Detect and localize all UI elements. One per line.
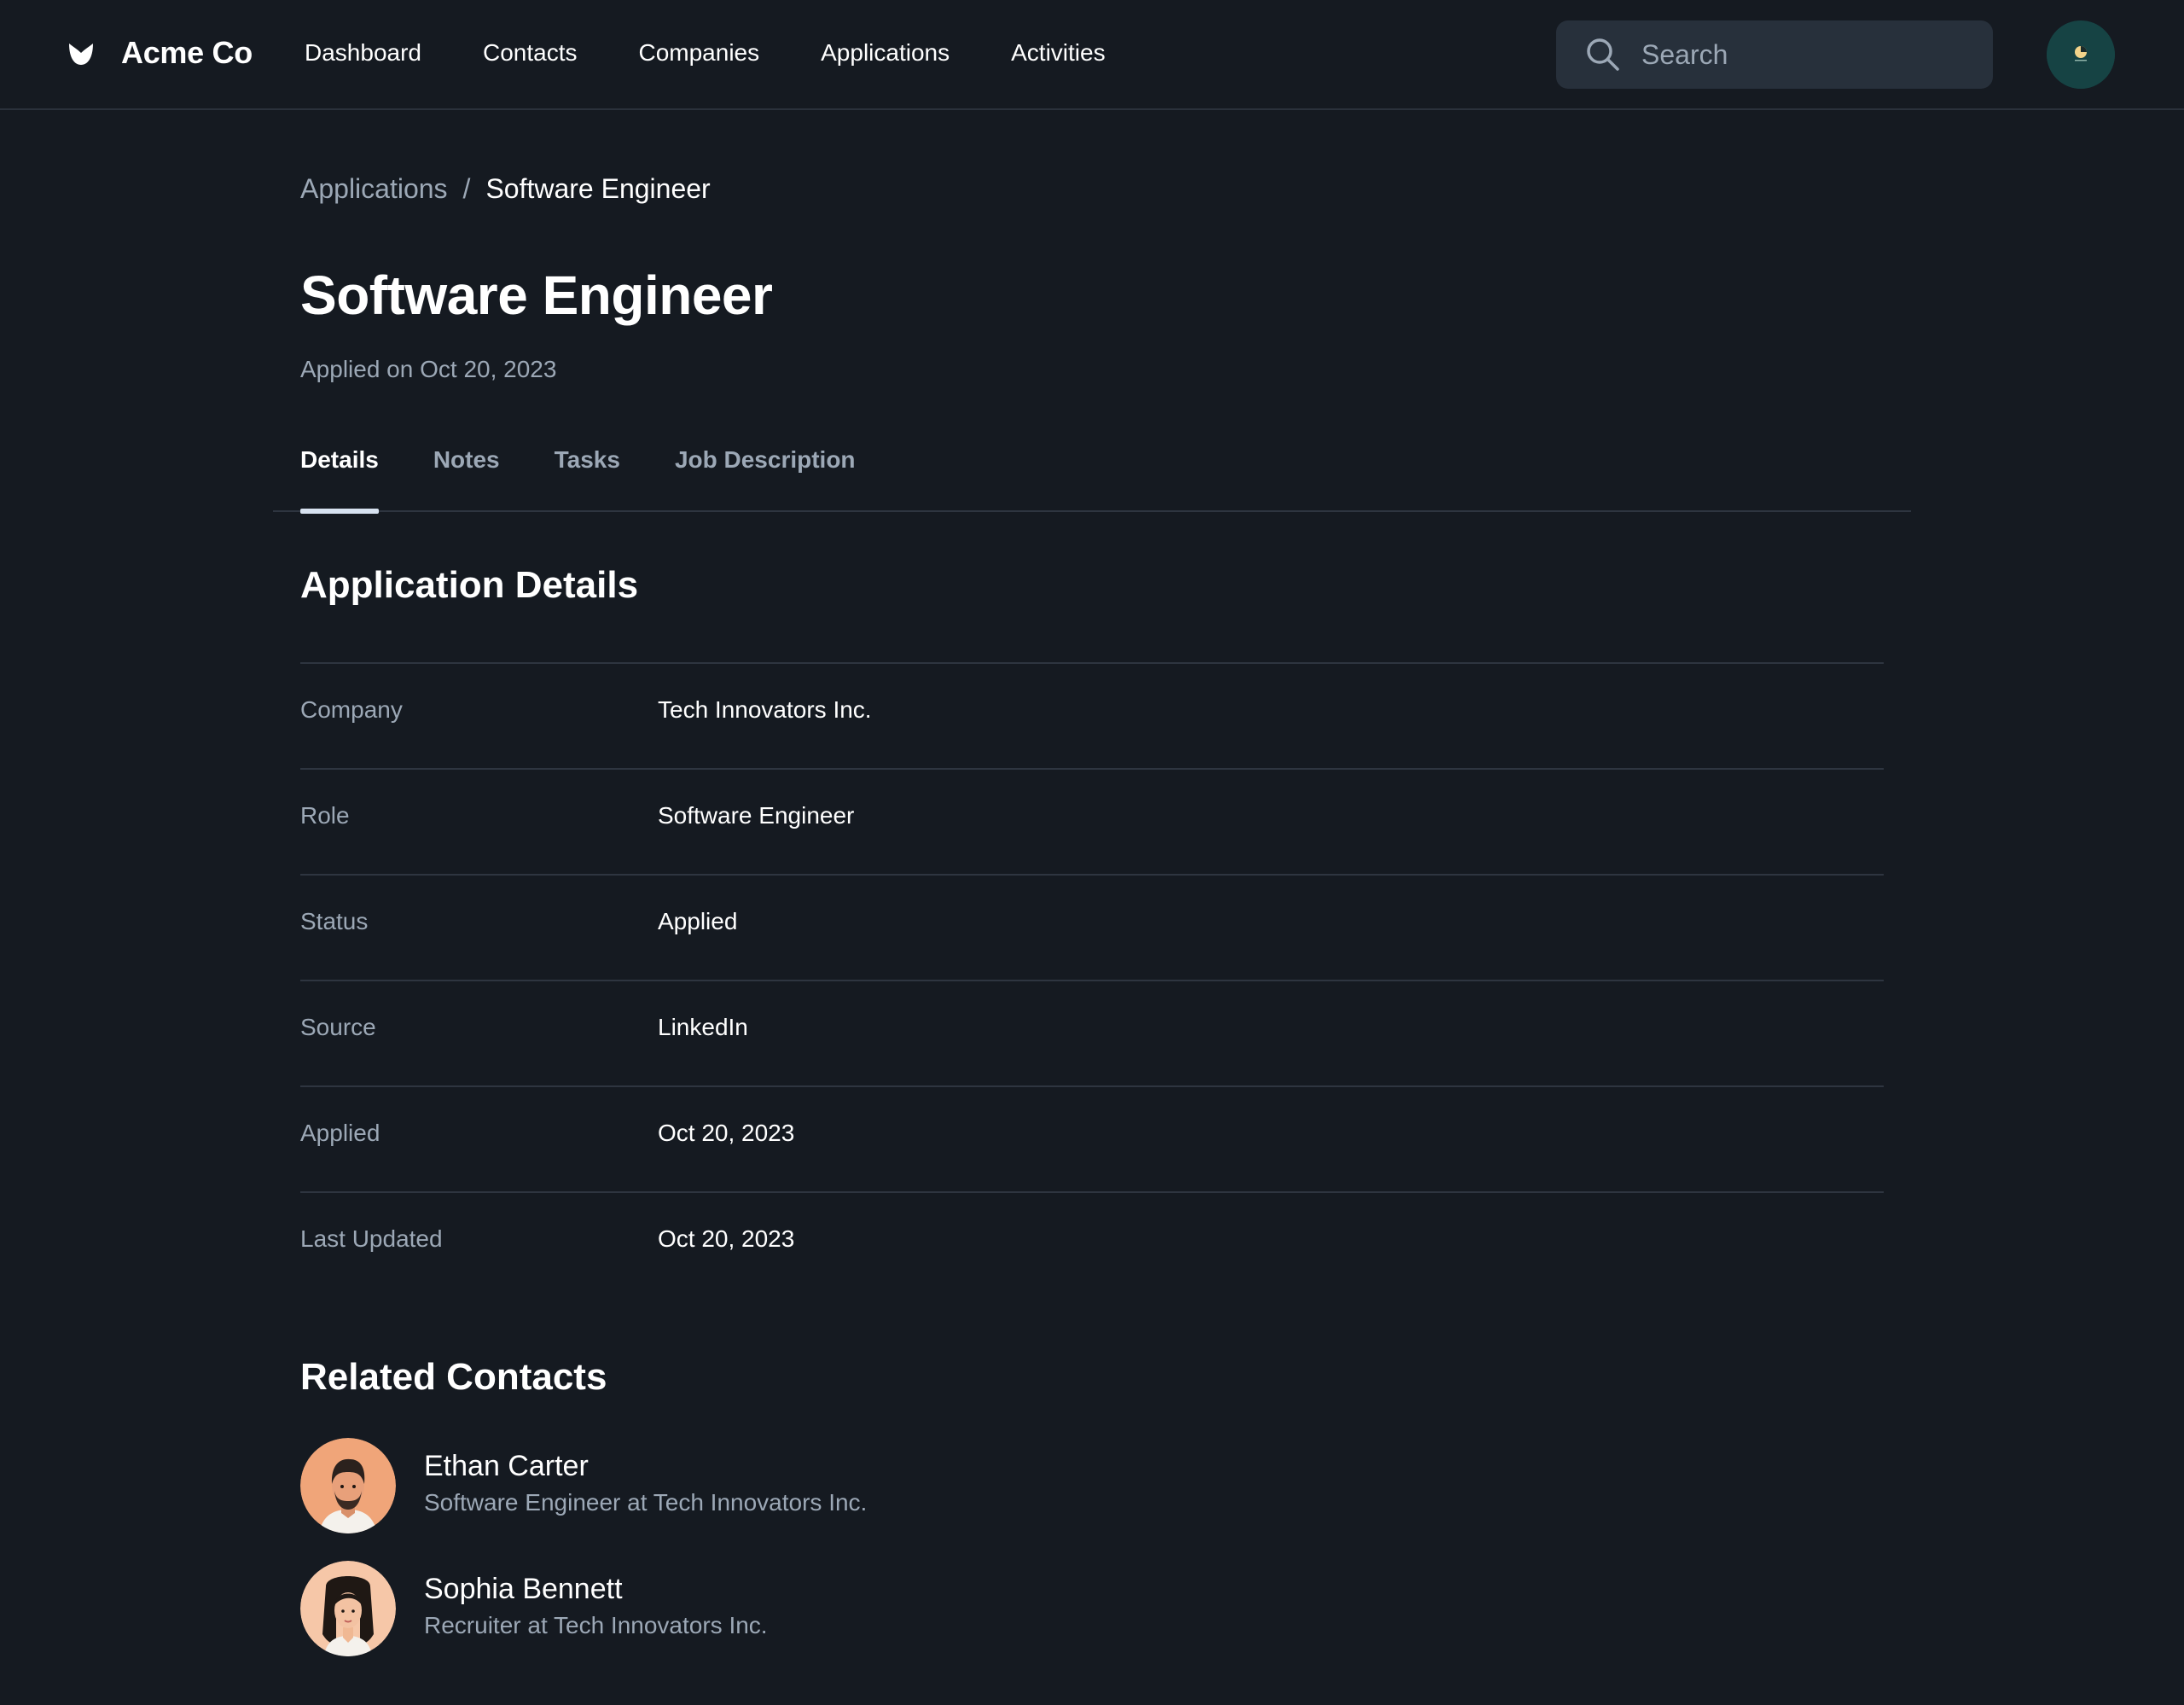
detail-label: Applied (300, 1120, 380, 1146)
application-details-heading: Application Details (300, 564, 639, 606)
detail-row-applied: Applied Oct 20, 2023 (300, 1085, 1884, 1191)
breadcrumb-current: Software Engineer (485, 173, 711, 204)
detail-row-company: Company Tech Innovators Inc. (300, 662, 1884, 768)
user-avatar[interactable] (2047, 20, 2115, 89)
brand-name: Acme Co (121, 35, 253, 70)
detail-value: Oct 20, 2023 (658, 1225, 795, 1252)
related-contacts-list: Ethan Carter Software Engineer at Tech I… (300, 1438, 1324, 1684)
detail-label: Company (300, 696, 403, 723)
application-details-list: Company Tech Innovators Inc. Role Softwa… (300, 662, 1884, 1297)
contact-item-ethan-carter[interactable]: Ethan Carter Software Engineer at Tech I… (300, 1438, 1324, 1561)
contact-name: Ethan Carter (424, 1450, 589, 1482)
nav-dashboard[interactable]: Dashboard (305, 34, 421, 72)
tab-bar: Details Notes Tasks Job Description (273, 434, 1911, 514)
detail-row-last-updated: Last Updated Oct 20, 2023 (300, 1191, 1884, 1297)
tab-tasks[interactable]: Tasks (555, 434, 620, 512)
detail-row-status: Status Applied (300, 874, 1884, 980)
tab-details[interactable]: Details (300, 434, 379, 514)
main-nav: Dashboard Contacts Companies Application… (305, 34, 1167, 72)
tab-job-description[interactable]: Job Description (675, 434, 856, 512)
detail-value: Tech Innovators Inc. (658, 696, 872, 723)
contact-title: Recruiter at Tech Innovators Inc. (424, 1612, 768, 1638)
nav-companies[interactable]: Companies (638, 34, 759, 72)
nav-contacts[interactable]: Contacts (483, 34, 578, 72)
applied-date-subtitle: Applied on Oct 20, 2023 (300, 356, 557, 382)
contact-name: Sophia Bennett (424, 1573, 623, 1605)
detail-value: Applied (658, 908, 738, 934)
nav-activities[interactable]: Activities (1011, 34, 1105, 72)
detail-label: Source (300, 1014, 376, 1040)
breadcrumb: Applications / Software Engineer (300, 173, 711, 205)
detail-label: Status (300, 908, 369, 934)
detail-row-source: Source LinkedIn (300, 980, 1884, 1085)
breadcrumb-separator: / (462, 173, 471, 204)
nav-applications[interactable]: Applications (821, 34, 950, 72)
search-icon (1587, 38, 1619, 71)
tulip-logo-icon (69, 44, 93, 65)
search-box[interactable] (1556, 20, 1993, 89)
search-input[interactable] (1641, 38, 1966, 71)
user-avatar-icon (2047, 20, 2115, 89)
detail-value: LinkedIn (658, 1014, 748, 1040)
detail-label: Last Updated (300, 1225, 443, 1252)
female-avatar-icon (300, 1561, 396, 1656)
male-avatar-icon (300, 1438, 396, 1533)
related-contacts-heading: Related Contacts (300, 1356, 607, 1398)
page-title: Software Engineer (300, 265, 773, 326)
detail-value: Software Engineer (658, 802, 855, 829)
brand[interactable]: Acme Co (67, 29, 253, 77)
breadcrumb-applications-link[interactable]: Applications (300, 173, 448, 205)
detail-value: Oct 20, 2023 (658, 1120, 795, 1146)
detail-row-role: Role Software Engineer (300, 768, 1884, 874)
tab-notes[interactable]: Notes (433, 434, 500, 512)
detail-label: Role (300, 802, 350, 829)
contact-item-sophia-bennett[interactable]: Sophia Bennett Recruiter at Tech Innovat… (300, 1561, 1324, 1684)
contact-title: Software Engineer at Tech Innovators Inc… (424, 1489, 868, 1516)
top-navigation-bar: Acme Co Dashboard Contacts Companies App… (0, 0, 2184, 110)
